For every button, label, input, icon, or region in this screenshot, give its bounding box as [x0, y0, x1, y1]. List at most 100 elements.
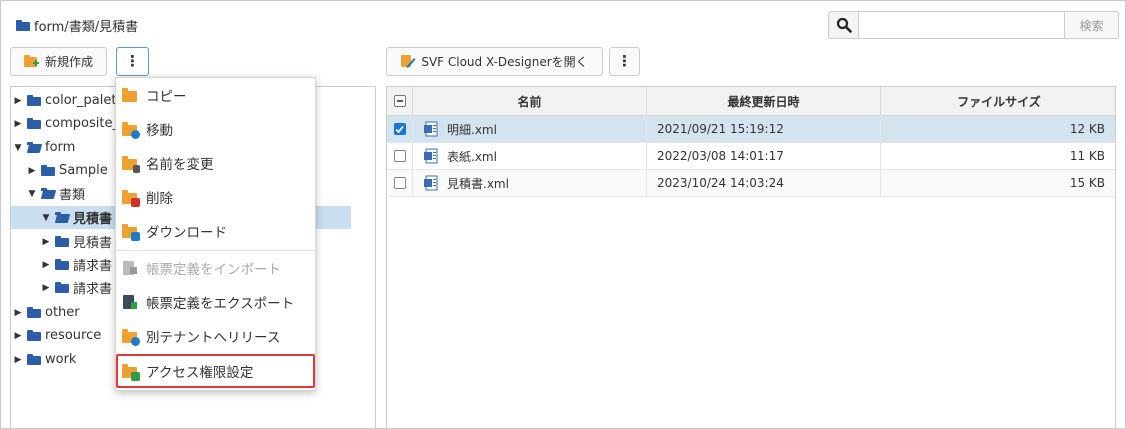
folder-icon — [55, 236, 69, 247]
expand-icon[interactable]: ▶ — [41, 283, 51, 293]
kebab-icon: ⋮ — [617, 52, 632, 70]
expand-icon[interactable]: ▶ — [41, 237, 51, 247]
size-cell: 12 KB — [1069, 122, 1105, 136]
search-input[interactable] — [859, 11, 1065, 39]
tree-item-invoice[interactable]: ▶ 請求書 — [41, 253, 112, 276]
folder-icon — [55, 282, 69, 293]
menu-item-label: 帳票定義をインポート — [146, 262, 281, 278]
tree-item-label: resource — [45, 328, 102, 343]
expand-icon[interactable]: ▶ — [13, 308, 23, 318]
open-designer-label: SVF Cloud X-Designerを開く — [421, 55, 588, 69]
tree-item-composite[interactable]: ▶ composite_ — [13, 112, 119, 135]
collapse-icon[interactable]: ▼ — [27, 189, 37, 199]
tree-item-other[interactable]: ▶ other — [13, 301, 80, 324]
row-select-cell — [387, 143, 413, 169]
table-row[interactable]: 表紙.xml 2022/03/08 14:01:17 11 KB — [387, 143, 1115, 170]
row-checkbox[interactable] — [393, 177, 406, 189]
select-all-checkbox[interactable] — [393, 95, 406, 107]
new-button[interactable]: 新規作成 — [10, 47, 107, 76]
tree-item-label: 請求書 — [73, 282, 113, 297]
table-row[interactable]: 見積書.xml 2023/10/24 14:03:24 15 KB — [387, 170, 1115, 197]
menu-item-import-form[interactable]: 帳票定義をインポート — [116, 251, 315, 285]
tree-item-work[interactable]: ▶ work — [13, 348, 77, 371]
more-actions-button[interactable]: ⋮ — [116, 47, 149, 76]
lock-folder-icon — [122, 364, 140, 381]
expand-icon[interactable]: ▶ — [13, 355, 23, 365]
folder-open-icon — [27, 142, 41, 153]
tree-item-documents[interactable]: ▼ 書類 — [27, 182, 85, 205]
xml-file-icon — [424, 175, 438, 191]
check-icon — [395, 125, 404, 133]
breadcrumb: form/書類/見積書 — [16, 16, 138, 35]
menu-item-move[interactable]: 移動 — [116, 112, 315, 146]
column-header-size[interactable]: ファイルサイズ — [881, 87, 1115, 116]
search-icon-button[interactable] — [828, 11, 859, 39]
search-bar: 検索 — [828, 11, 1119, 39]
folder-icon — [16, 20, 30, 31]
search-button[interactable]: 検索 — [1065, 11, 1119, 39]
file-more-actions-button[interactable]: ⋮ — [609, 47, 640, 76]
row-select-cell — [387, 116, 413, 142]
tree-item-invoice[interactable]: ▶ 請求書 — [41, 276, 112, 299]
row-checkbox[interactable] — [393, 150, 406, 162]
expand-icon[interactable]: ▶ — [41, 260, 51, 270]
tree-item-color-palette[interactable]: ▶ color_palett — [13, 89, 122, 112]
tree-item-label: form — [45, 140, 76, 155]
name-cell: 明細.xml — [413, 116, 647, 142]
folder-icon — [27, 354, 41, 365]
modified-cell: 2022/03/08 14:01:17 — [647, 143, 881, 169]
tree-item-label: 見積書 — [73, 236, 113, 251]
menu-item-export-form[interactable]: 帳票定義をエクスポート — [116, 285, 315, 319]
menu-item-delete[interactable]: 削除 — [116, 180, 315, 214]
tree-item-sample[interactable]: ▶ Sample — [27, 159, 108, 182]
xml-file-icon — [424, 121, 438, 137]
folder-open-icon — [55, 212, 69, 223]
folder-icon — [27, 118, 41, 129]
table-row[interactable]: 明細.xml 2021/09/21 15:19:12 12 KB — [387, 116, 1115, 143]
modified-cell: 2021/09/21 15:19:12 — [647, 116, 881, 142]
folder-icon — [27, 307, 41, 318]
name-cell: 表紙.xml — [413, 143, 647, 169]
tree-item-label: 見積書 — [73, 212, 113, 227]
collapse-icon[interactable]: ▼ — [13, 143, 23, 153]
column-header-modified[interactable]: 最終更新日時 — [647, 87, 881, 116]
collapse-icon[interactable]: ▼ — [41, 213, 51, 223]
import-form-icon — [122, 261, 138, 276]
menu-item-download[interactable]: ダウンロード — [116, 214, 315, 248]
menu-item-label: 削除 — [146, 191, 173, 207]
move-folder-icon — [122, 122, 140, 139]
expand-icon[interactable]: ▶ — [27, 166, 37, 176]
menu-item-access-settings[interactable]: アクセス権限設定 — [116, 354, 315, 388]
tree-item-resource[interactable]: ▶ resource — [13, 324, 102, 347]
file-table: 名前 最終更新日時 ファイルサイズ 明細.xml 2021/09/21 15:1… — [386, 86, 1116, 429]
open-designer-button[interactable]: SVF Cloud X-Designerを開く — [386, 47, 603, 76]
menu-item-rename[interactable]: 名前を変更 — [116, 146, 315, 180]
export-form-icon — [122, 295, 138, 310]
menu-item-label: 帳票定義をエクスポート — [146, 296, 295, 312]
tree-item-label: work — [45, 352, 77, 367]
row-checkbox[interactable] — [393, 123, 406, 135]
column-header-name[interactable]: 名前 — [413, 87, 647, 116]
download-folder-icon — [122, 224, 140, 241]
expand-icon[interactable]: ▶ — [13, 331, 23, 341]
folder-open-icon — [41, 188, 55, 199]
size-cell: 11 KB — [1069, 149, 1105, 163]
designer-icon — [401, 55, 416, 68]
copy-folder-icon — [122, 88, 138, 103]
menu-item-release-tenant[interactable]: 別テナントへリリース — [116, 319, 315, 353]
file-name[interactable]: 見積書.xml — [447, 175, 509, 192]
expand-icon[interactable]: ▶ — [13, 96, 23, 106]
file-name[interactable]: 明細.xml — [447, 121, 497, 138]
folder-icon — [27, 95, 41, 106]
expand-icon[interactable]: ▶ — [13, 119, 23, 129]
new-folder-icon — [23, 54, 39, 67]
file-name[interactable]: 表紙.xml — [447, 148, 497, 165]
new-button-label: 新規作成 — [44, 55, 93, 69]
tree-item-label: 書類 — [59, 188, 86, 203]
tree-item-quotation[interactable]: ▶ 見積書 — [41, 230, 112, 253]
menu-item-copy[interactable]: コピー — [116, 78, 315, 112]
tree-item-form[interactable]: ▼ form — [13, 136, 76, 159]
xml-file-icon — [424, 148, 438, 164]
menu-item-label: 名前を変更 — [146, 157, 214, 173]
tree-item-label: color_palett — [45, 93, 122, 108]
